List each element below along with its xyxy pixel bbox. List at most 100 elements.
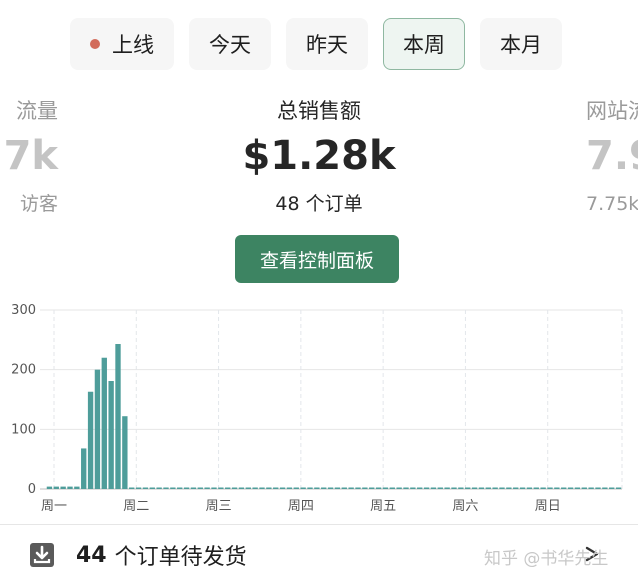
chart-bar[interactable]	[437, 487, 443, 490]
stat-site-traffic-label: 网站流	[586, 99, 638, 123]
chart-bar[interactable]	[471, 487, 478, 490]
chart-bar[interactable]	[334, 487, 341, 490]
chart-bar[interactable]	[94, 369, 101, 489]
chart-bar[interactable]	[602, 487, 608, 490]
chart-bar[interactable]	[67, 486, 73, 489]
chart-bar[interactable]	[417, 487, 423, 490]
chart-bar[interactable]	[211, 487, 217, 490]
chart-bar[interactable]	[430, 487, 437, 490]
chart-bar[interactable]	[506, 487, 512, 490]
chart-bar[interactable]	[547, 487, 553, 490]
chart-bar[interactable]	[300, 487, 306, 490]
chart-bar[interactable]	[135, 487, 142, 490]
chart-bar[interactable]	[321, 487, 327, 490]
chart-bar[interactable]	[53, 486, 59, 489]
chart-bar[interactable]	[615, 487, 622, 490]
chart-bar[interactable]	[129, 487, 135, 490]
chart-bar[interactable]	[451, 487, 457, 490]
chart-bar[interactable]	[149, 487, 155, 490]
chart-bar[interactable]	[46, 486, 53, 489]
chart-bar[interactable]	[156, 487, 162, 490]
chart-bar[interactable]	[519, 487, 526, 490]
chart-bar[interactable]	[197, 487, 203, 490]
chart-bar[interactable]	[60, 486, 66, 489]
watermark: 知乎 @书华先生	[484, 549, 609, 569]
chart-bar[interactable]	[574, 487, 581, 490]
chart-bar[interactable]	[382, 487, 389, 490]
chart-bar[interactable]	[513, 487, 519, 490]
chart-bar[interactable]	[81, 448, 87, 489]
chart-bar[interactable]	[348, 487, 354, 490]
chart-bar[interactable]	[362, 487, 368, 490]
stat-site-traffic[interactable]: 网站流 7.9 7.75k	[586, 96, 638, 218]
chart-bar[interactable]	[355, 487, 361, 490]
chart-bar[interactable]	[588, 487, 594, 490]
chart-bar[interactable]	[108, 381, 114, 489]
tab-yesterday[interactable]: 昨天	[286, 18, 368, 70]
chart-bar[interactable]	[561, 487, 567, 490]
chart-bar[interactable]	[423, 487, 430, 490]
chart-bar[interactable]	[259, 487, 265, 490]
chart-bar[interactable]	[183, 487, 190, 490]
chart-bar[interactable]	[273, 487, 279, 490]
chart-bar[interactable]	[492, 487, 498, 490]
chart-bar[interactable]	[533, 487, 539, 490]
stat-site-traffic-value: 7.9	[586, 133, 638, 179]
chart-bar[interactable]	[252, 487, 258, 490]
chart-bar[interactable]	[142, 487, 149, 490]
footer-divider	[0, 524, 638, 525]
chart-bar[interactable]	[87, 391, 94, 489]
chart-bar[interactable]	[540, 487, 546, 490]
chart-bar[interactable]	[526, 487, 533, 490]
chart-bar[interactable]	[225, 487, 231, 490]
chart-bar[interactable]	[444, 487, 450, 490]
pending-orders-label: 个订单待发货	[114, 545, 247, 570]
chart-bar[interactable]	[231, 487, 238, 490]
chart-bar[interactable]	[307, 487, 313, 490]
pending-orders-count: 44	[76, 542, 107, 568]
chart-bar[interactable]	[101, 357, 107, 489]
chart-bar[interactable]	[465, 487, 471, 490]
chart-bar[interactable]	[327, 487, 334, 490]
tab-today[interactable]: 今天	[189, 18, 271, 70]
chart-bar[interactable]	[177, 487, 183, 490]
chart-bar[interactable]	[170, 487, 176, 490]
chart-bar[interactable]	[314, 487, 320, 490]
chart-bar[interactable]	[485, 487, 491, 490]
chart-bar[interactable]	[245, 487, 251, 490]
chart-bar[interactable]	[567, 487, 574, 490]
chart-bar[interactable]	[396, 487, 402, 490]
chart-bar[interactable]	[458, 487, 464, 490]
chart-bar[interactable]	[115, 344, 121, 489]
chart-bar[interactable]	[554, 487, 560, 490]
chart-bar[interactable]	[190, 487, 197, 490]
tab-this-month[interactable]: 本月	[480, 18, 562, 70]
chart-bar[interactable]	[266, 487, 272, 490]
chart-bar[interactable]	[74, 486, 80, 489]
chart-bar[interactable]	[410, 487, 416, 490]
chart-bar[interactable]	[204, 487, 210, 490]
chart-bar[interactable]	[122, 416, 128, 489]
chart-bar[interactable]	[581, 487, 587, 490]
chart-bar[interactable]	[341, 487, 347, 490]
view-dashboard-button[interactable]: 查看控制面板	[235, 235, 399, 283]
chart-bar[interactable]	[163, 487, 169, 490]
chart-bar[interactable]	[279, 487, 286, 490]
stat-total-sales[interactable]: 总销售额 $1.28k 48 个订单	[219, 96, 419, 218]
chart-bar[interactable]	[375, 487, 382, 490]
chart-bar[interactable]	[403, 487, 409, 490]
chart-bar[interactable]	[218, 487, 224, 490]
chart-bar[interactable]	[478, 487, 485, 490]
chart-bar[interactable]	[369, 487, 375, 490]
pending-orders-row[interactable]: 44 个订单待发货	[28, 532, 247, 578]
chart-bar[interactable]	[609, 487, 615, 490]
chart-bar[interactable]	[389, 487, 395, 490]
chart-bar[interactable]	[595, 487, 601, 490]
chart-bar[interactable]	[499, 487, 505, 490]
chart-bar[interactable]	[238, 487, 245, 490]
chart-bar[interactable]	[286, 487, 293, 490]
tab-online[interactable]: 上线	[70, 18, 174, 70]
chart-bar[interactable]	[293, 487, 299, 490]
tab-this-week[interactable]: 本周	[383, 18, 465, 70]
stat-traffic[interactable]: 流量 7k 访客	[0, 96, 58, 218]
